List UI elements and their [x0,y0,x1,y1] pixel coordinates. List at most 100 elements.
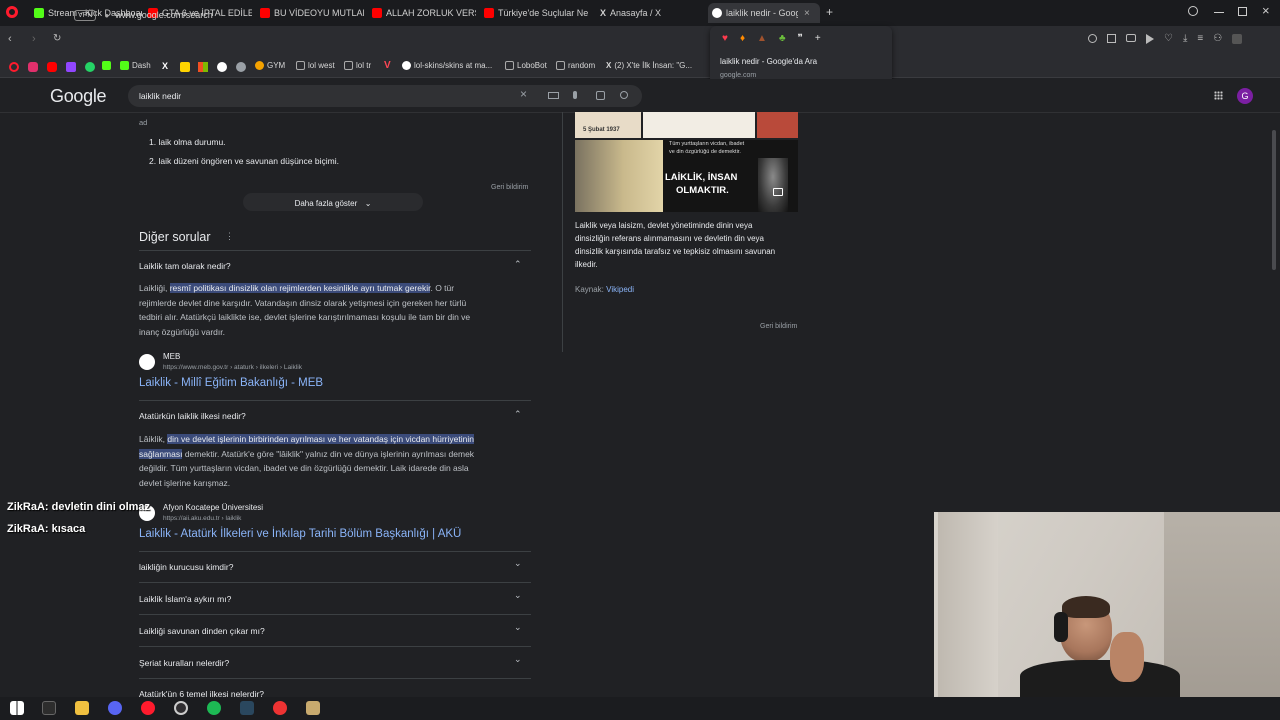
question-6[interactable]: Şeriat kuralları nelerdir? [139,658,229,668]
s-bookmark-icon[interactable] [180,62,190,72]
divider [139,400,531,401]
google-logo[interactable]: Google [50,86,107,107]
chevron-down-icon[interactable]: ⌄ [514,622,522,633]
panel-feedback-link[interactable]: Geri bildirim [760,323,797,330]
source-url[interactable]: https://aii.aku.edu.tr › laiklik [163,515,241,522]
result-link-meb[interactable]: Laiklik - Millî Eğitim Bakanlığı - MEB [139,377,323,389]
new-tab-button[interactable]: + [826,5,833,19]
image-gallery-icon[interactable] [773,188,783,196]
microsoft-icon[interactable] [198,62,208,72]
close-tab-icon[interactable]: × [804,8,810,19]
source-url[interactable]: https://www.meb.gov.tr › ataturk › ilkel… [163,364,302,371]
youtube-bookmark-icon[interactable] [47,62,57,72]
steam-taskbar-icon[interactable] [240,701,254,715]
bookmark-lol-west[interactable]: lol west [296,61,335,70]
edit-icon[interactable] [1107,34,1116,43]
search-tabs-icon[interactable] [1188,6,1198,16]
question-3[interactable]: laikliğin kurucusu kimdir? [139,562,233,572]
palm-reaction-icon[interactable]: ♣ [779,33,786,44]
vpn-badge[interactable]: VPN [74,9,97,21]
result-link-aku[interactable]: Laiklik - Atatürk İlkeleri ve İnkılap Ta… [139,528,461,540]
poop-reaction-icon[interactable]: ▲ [757,33,767,44]
bookmark-lobobot[interactable]: LoboBot [505,61,547,70]
question-7[interactable]: Atatürk'ün 6 temel ilkesi nelerdir? [139,689,264,697]
question-1[interactable]: Laiklik tam olarak nedir? [139,261,231,271]
discord-icon[interactable] [108,701,122,715]
opera-bookmark-icon[interactable] [9,62,19,72]
heart-icon[interactable]: ♡ [1164,34,1173,44]
keyboard-icon[interactable] [548,92,559,99]
knowledge-image-4[interactable] [575,140,663,212]
file-explorer-icon[interactable] [75,701,89,715]
back-icon[interactable]: ‹ [8,33,12,45]
account-avatar[interactable]: G [1237,88,1253,104]
knowledge-image-1[interactable]: 5 Şubat 1937 [575,112,641,138]
opera-icon[interactable] [6,6,18,18]
fire-reaction-icon[interactable]: ♦ [740,33,745,44]
league-icon[interactable] [306,701,320,715]
knowledge-image-2[interactable] [643,112,755,138]
camera-icon[interactable] [1126,34,1136,42]
microphone-icon[interactable] [573,91,577,99]
x-bookmark-icon[interactable]: X [162,61,168,71]
opera-gx-icon[interactable] [141,701,155,715]
play-icon[interactable] [1146,34,1154,44]
whatsapp-icon[interactable] [85,62,95,72]
steam-icon[interactable] [236,62,246,72]
bookmark-dash[interactable]: Dash [102,61,151,70]
wikipedia-link[interactable]: Vikipedi [606,285,634,294]
add-reaction-icon[interactable]: + [815,33,821,44]
minimize-icon[interactable] [1214,12,1224,13]
search-input[interactable]: laiklik nedir [139,91,181,101]
valorant-icon[interactable]: V [384,60,391,71]
clear-search-icon[interactable]: × [520,87,527,101]
extensions-icon[interactable] [1232,34,1243,44]
search-submit-icon[interactable] [620,91,628,99]
folder-icon [505,61,514,70]
bookmark-gym[interactable]: GYM [255,61,285,70]
chevron-down-icon[interactable]: ⌄ [514,654,522,665]
apps-grid-icon[interactable] [1214,91,1223,100]
windows-start-icon[interactable] [10,701,24,715]
lens-icon[interactable] [596,91,605,100]
bookmark-x-post[interactable]: X (2) X'te İlk İnsan: "G... [606,61,692,70]
twitch-icon[interactable] [66,62,76,72]
question-4[interactable]: Laiklik İslam'a aykırı mı? [139,594,231,604]
download-icon[interactable]: ⤓ [1183,34,1187,44]
scrollbar-thumb[interactable] [1272,130,1276,270]
address-bar[interactable]: VPN ● www.google.com/search [74,6,634,24]
spotify-icon[interactable] [207,701,221,715]
knowledge-image-5[interactable]: Tüm yurttaşların vicdan, ibadet ve din ö… [663,140,798,212]
chevron-down-icon[interactable]: ⌄ [514,590,522,601]
menu-icon[interactable]: ≡ [1197,34,1203,44]
bookmark-lol-skins[interactable]: lol-skins/skins at ma... [402,61,492,70]
tab-google-active[interactable]: laiklik nedir - Google'da× [708,3,820,23]
feedback-link[interactable]: Geri bildirim [491,184,528,191]
bookmark-lol-tr[interactable]: lol tr [344,61,371,70]
maximize-icon[interactable] [1238,7,1247,16]
search-icon[interactable] [1088,34,1097,43]
terminal-icon[interactable] [42,701,56,715]
knowledge-image-3[interactable] [757,112,798,138]
chrome-icon[interactable] [217,62,227,72]
more-options-icon[interactable]: ⋮ [225,231,234,242]
show-more-button[interactable]: Daha fazla göster ⌄ [243,193,423,211]
question-5[interactable]: Laikliği savunan dinden çıkar mı? [139,626,265,636]
search-box[interactable]: laiklik nedir [128,85,642,107]
profile-icon[interactable]: ⚇ [1213,34,1222,44]
answer-2-line-3: değildir. Tüm yurttaşların vicdan, ibade… [139,463,469,473]
url-text[interactable]: www.google.com/search [115,10,213,20]
chevron-up-icon[interactable]: ⌃ [514,259,522,270]
heart-reaction-icon[interactable]: ♥ [722,33,728,44]
obs-icon[interactable] [174,701,188,715]
question-2[interactable]: Atatürkün laiklik ilkesi nedir? [139,411,246,421]
bookmark-random[interactable]: random [556,61,595,70]
reload-icon[interactable]: ↻ [53,33,61,44]
chevron-down-icon[interactable]: ⌄ [514,558,522,569]
app-icon[interactable] [273,701,287,715]
instagram-icon[interactable] [28,62,38,72]
quote-reaction-icon[interactable]: ❞ [798,33,803,44]
chevron-up-icon[interactable]: ⌃ [514,409,522,420]
forward-icon[interactable]: › [32,33,36,45]
close-window-icon[interactable]: × [1262,3,1270,18]
